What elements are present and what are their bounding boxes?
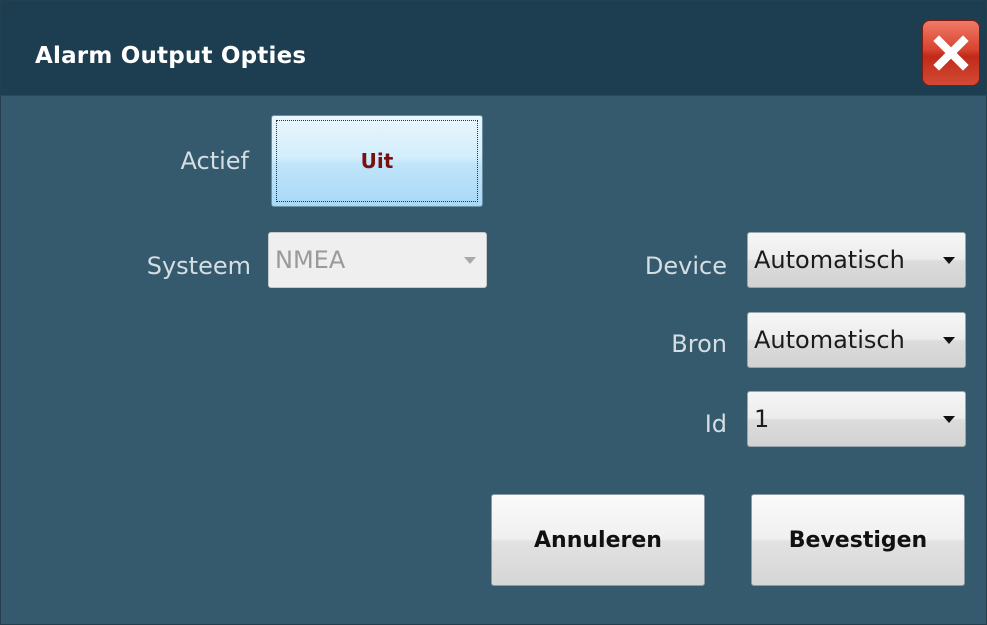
confirm-button[interactable]: Bevestigen bbox=[751, 494, 965, 586]
chevron-down-icon bbox=[943, 336, 955, 344]
close-icon bbox=[933, 35, 969, 71]
actief-label: Actief bbox=[180, 147, 249, 175]
chevron-down-icon bbox=[464, 256, 476, 264]
device-select[interactable]: Automatisch bbox=[747, 232, 966, 288]
chevron-down-icon bbox=[943, 256, 955, 264]
systeem-select: NMEA bbox=[268, 232, 487, 288]
bron-select[interactable]: Automatisch bbox=[747, 312, 966, 368]
chevron-down-icon bbox=[943, 415, 955, 423]
title-bar: Alarm Output Opties bbox=[1, 1, 986, 96]
dialog-window: Alarm Output Opties Actief Uit Systeem N… bbox=[0, 0, 987, 625]
dialog-title: Alarm Output Opties bbox=[35, 43, 307, 69]
device-select-value: Automatisch bbox=[754, 246, 905, 274]
bron-label: Bron bbox=[671, 330, 727, 358]
device-label: Device bbox=[644, 252, 727, 280]
id-select-value: 1 bbox=[754, 405, 770, 433]
close-button[interactable] bbox=[922, 20, 980, 86]
systeem-select-value: NMEA bbox=[275, 246, 346, 274]
id-label: Id bbox=[704, 410, 727, 438]
actief-toggle-label: Uit bbox=[360, 149, 394, 173]
actief-toggle-button[interactable]: Uit bbox=[271, 115, 483, 207]
id-select[interactable]: 1 bbox=[747, 391, 966, 447]
systeem-label: Systeem bbox=[146, 252, 251, 280]
bron-select-value: Automatisch bbox=[754, 326, 905, 354]
cancel-button[interactable]: Annuleren bbox=[491, 494, 705, 586]
